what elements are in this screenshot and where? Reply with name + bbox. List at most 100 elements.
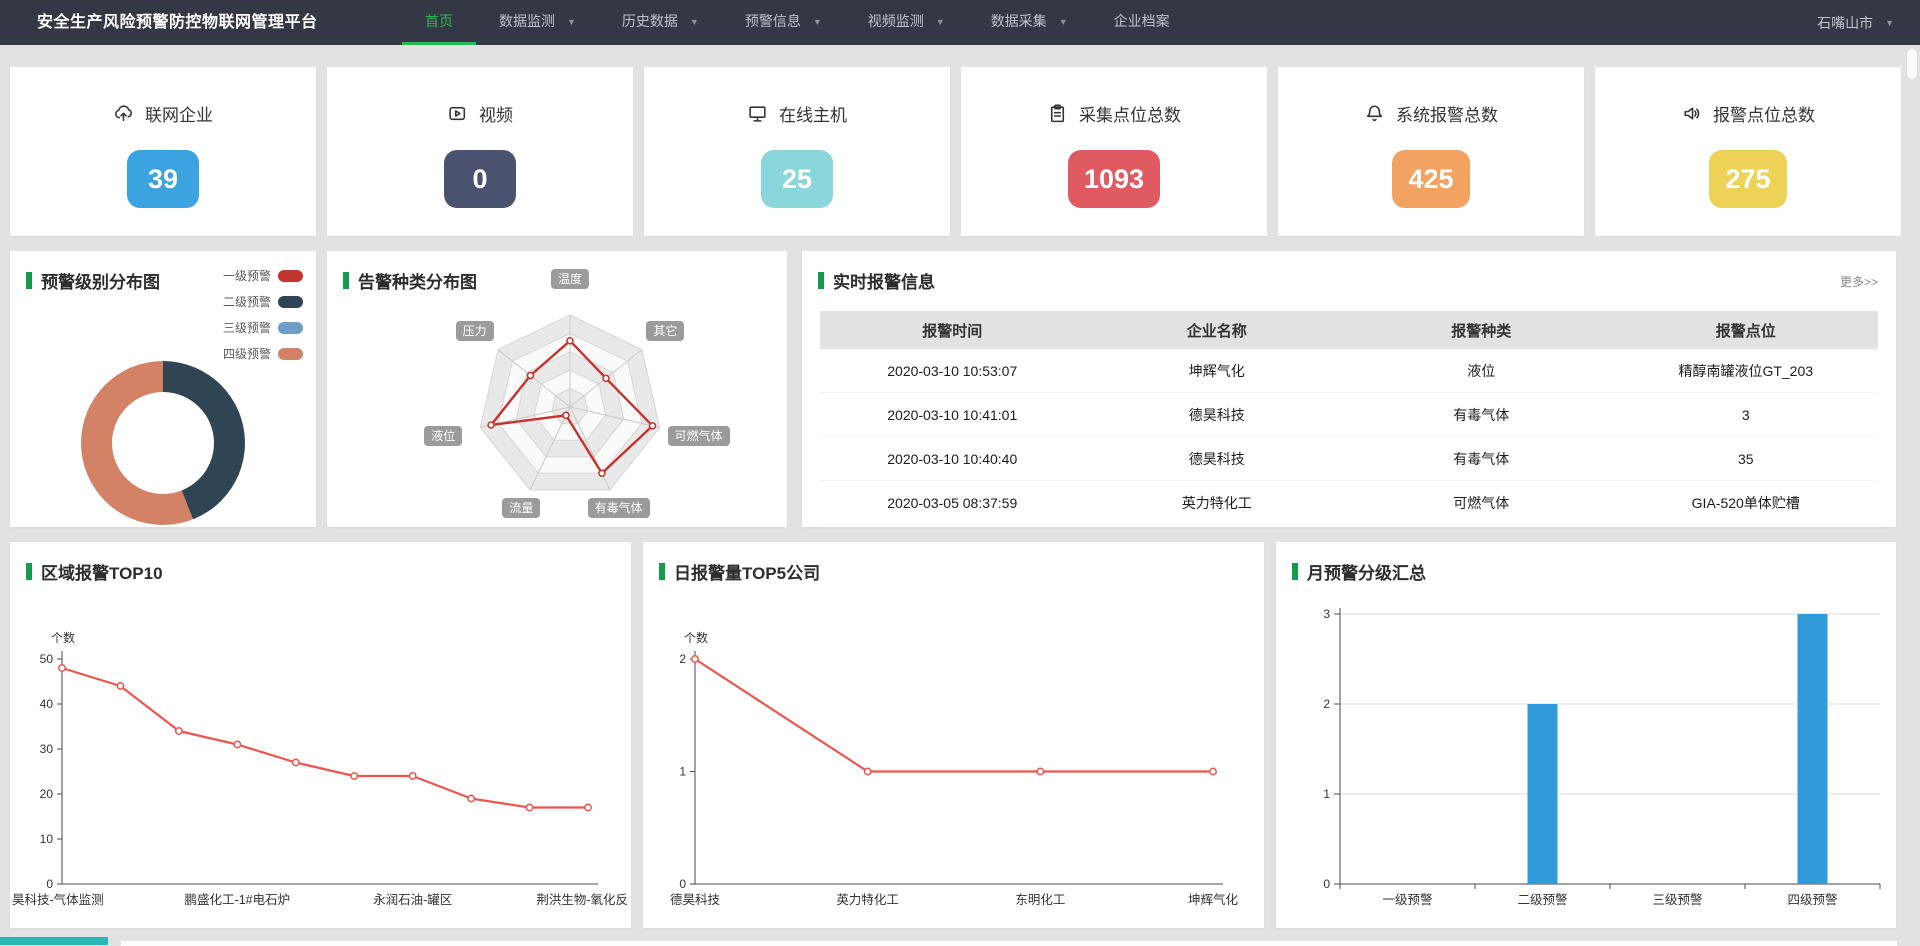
table-cell: 精醇南罐液位GT_203 [1614,349,1879,393]
warning-level-donut-chart [81,361,245,525]
nav-item-warning-info[interactable]: 预警信息▼ [722,0,845,45]
svg-text:10: 10 [40,832,54,846]
table-cell: 德昊科技 [1085,437,1350,481]
chevron-down-icon: ▼ [690,0,699,44]
bell-icon [1364,103,1385,124]
panel-title: 预警级别分布图 [26,268,160,293]
chevron-down-icon: ▼ [567,0,576,44]
svg-text:东明化工: 东明化工 [1015,893,1065,907]
dashboard-page: 安全生产风险预警防控物联网管理平台 首页数据监测▼历史数据▼预警信息▼视频监测▼… [0,0,1920,945]
table-cell: 2020-03-05 08:37:59 [820,481,1085,525]
warning-level-panel: 预警级别分布图 一级预警二级预警三级预警四级预警 [10,251,316,527]
svg-text:英力特化工: 英力特化工 [836,892,899,907]
nav-item-label: 视频监测 [868,0,924,43]
panel-title: 实时报警信息 [818,268,935,293]
title-accent-bar [659,563,665,580]
stat-label: 系统报警总数 [1396,101,1498,126]
stat-card: 报警点位总数275 [1595,67,1901,236]
nav-item-label: 首页 [425,0,453,43]
svg-text:50: 50 [40,652,54,666]
nav-item-label: 数据采集 [991,0,1047,43]
nav-item-history-data[interactable]: 历史数据 ▼ [599,0,722,45]
stat-card: 采集点位总数1093 [961,67,1267,236]
table-cell: 德昊科技 [1085,393,1350,437]
table-header-row: 报警时间企业名称报警种类报警点位 [820,311,1878,349]
legend-marker [278,270,303,282]
title-accent-bar [343,272,349,289]
stat-value-badge: 0 [444,150,516,208]
more-link[interactable]: 更多>> [1840,273,1878,290]
table-row: 2020-03-10 10:53:07坤辉气化液位精醇南罐液位GT_203 [820,349,1878,393]
table-cell: 有毒气体 [1349,393,1614,437]
panel-title-text: 实时报警信息 [833,268,935,293]
legend-item[interactable]: 三级预警 [223,319,303,336]
table-cell: 2020-03-10 10:40:40 [820,437,1085,481]
svg-text:鹏盛化工-1#电石炉: 鹏盛化工-1#电石炉 [185,892,291,907]
donut-hole [112,392,214,494]
svg-text:二级预警: 二级预警 [1517,892,1567,907]
panel-title: 区域报警TOP10 [26,559,163,584]
table-cell: 可燃气体 [1349,481,1614,525]
panel-title-text: 告警种类分布图 [358,268,477,293]
table-cell: 2020-03-10 10:41:01 [820,393,1085,437]
panel-title: 告警种类分布图 [343,268,477,293]
app-title: 安全生产风险预警防控物联网管理平台 [37,0,318,45]
table-cell: 2020-03-10 10:53:07 [820,349,1085,393]
stat-label: 视频 [479,101,513,126]
table-row: 2020-03-10 10:40:40德昊科技有毒气体35 [820,437,1878,481]
nav-item-label: 企业档案 [1114,0,1170,43]
legend-marker [278,348,303,360]
title-accent-bar [26,272,32,289]
legend-item[interactable]: 二级预警 [223,293,303,310]
bottom-strip-accent [0,937,108,945]
region-selector[interactable]: 石嘴山市 ▼ [1817,0,1894,45]
stat-card: 联网企业 39 [10,67,316,236]
stat-label: 联网企业 [145,101,213,126]
monthly-summary-panel: 月预警分级汇总 0123一级预警二级预警三级预警四级预警 [1276,542,1896,928]
video-icon [447,103,468,124]
chevron-down-icon: ▼ [1059,0,1068,44]
nav-item-home[interactable]: 首页 [402,0,476,45]
stat-value-badge: 39 [127,150,199,208]
legend-item[interactable]: 一级预警 [223,267,303,284]
nav-item-label: 历史数据 [622,0,678,43]
svg-text:0: 0 [679,877,686,891]
legend-item[interactable]: 四级预警 [223,345,303,362]
alarm-type-panel: 告警种类分布图 温度其它可燃气体有毒气体流量液位压力 [327,251,787,527]
nav-item-video-monitor[interactable]: 视频监测 ▼ [845,0,968,45]
nav-item-data-monitor[interactable]: 数据监测▼ [476,0,599,45]
svg-text:荆洪生物-氧化反: 荆洪生物-氧化反 [536,893,628,907]
svg-text:0: 0 [46,877,53,891]
scrollbar-thumb[interactable] [1906,48,1918,80]
svg-text:个数: 个数 [684,630,708,645]
svg-text:3: 3 [1323,607,1330,621]
legend-label: 二级预警 [223,293,271,310]
svg-text:30: 30 [40,742,54,756]
svg-text:2: 2 [1323,697,1330,711]
monthly-summary-bar-chart: 0123一级预警二级预警三级预警四级预警 [1276,542,1896,928]
table-header-cell: 企业名称 [1085,311,1350,349]
svg-text:2: 2 [679,652,686,666]
region-label: 石嘴山市 [1817,13,1873,33]
title-accent-bar [26,563,32,580]
table-cell: 3 [1614,393,1879,437]
table-cell: 液位 [1349,349,1614,393]
svg-text:个数: 个数 [51,630,75,645]
svg-text:昊科技-气体监测: 昊科技-气体监测 [12,892,104,907]
nav-item-data-collect[interactable]: 数据采集 ▼ [968,0,1091,45]
stat-card: 系统报警总数425 [1278,67,1584,236]
table-cell: GIA-520单体贮槽 [1614,481,1879,525]
chevron-down-icon: ▼ [936,0,945,44]
table-cell: 英力特化工 [1085,481,1350,525]
cloud-upload-icon [113,103,134,124]
bottom-strip-panel [120,940,1898,946]
nav-item-label: 预警信息 [745,0,801,43]
svg-text:坤辉气化: 坤辉气化 [1188,892,1239,907]
stat-value-badge: 275 [1709,150,1786,208]
nav-item-enterprise-archive[interactable]: 企业档案 [1091,0,1193,45]
realtime-alarm-panel: 实时报警信息 更多>> 报警时间企业名称报警种类报警点位 2020-03-10 … [802,251,1896,527]
svg-text:德昊科技: 德昊科技 [670,892,721,907]
svg-text:一级预警: 一级预警 [1382,892,1432,907]
panel-title: 月预警分级汇总 [1292,559,1426,584]
table-cell: 有毒气体 [1349,437,1614,481]
